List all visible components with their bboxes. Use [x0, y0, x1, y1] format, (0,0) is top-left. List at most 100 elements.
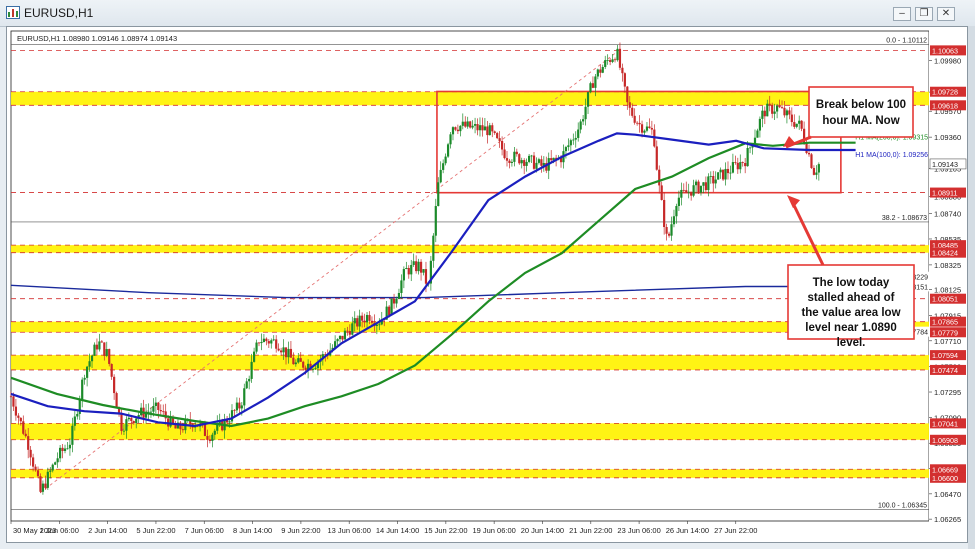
- close-button[interactable]: ✕: [937, 7, 955, 21]
- candle-body: [287, 348, 290, 358]
- candle-body: [270, 340, 273, 344]
- candle-body: [613, 59, 617, 61]
- candle-body: [59, 447, 62, 459]
- candle-body: [793, 122, 796, 127]
- candle-body: [798, 120, 801, 124]
- minimize-button[interactable]: –: [893, 7, 911, 21]
- candle-body: [252, 351, 256, 362]
- candle-body: [783, 107, 786, 116]
- candle-body: [125, 419, 128, 431]
- candle-body: [378, 324, 381, 326]
- candle-body: [640, 124, 644, 133]
- chart-area[interactable]: 0.0 - 1.10112 38.2 - 1.08673 100.0 - 1.063…: [6, 26, 968, 543]
- candle-body: [159, 410, 162, 412]
- level-tag-label: 1.09618: [932, 101, 958, 110]
- candle-body: [532, 155, 536, 169]
- fib-label: 38.2 - 1.08673: [882, 215, 927, 222]
- candle-body: [643, 130, 646, 133]
- candle-body: [402, 269, 405, 281]
- candle-body: [550, 158, 553, 161]
- candle-body: [103, 342, 106, 356]
- candle-body: [238, 402, 241, 409]
- candle-body: [638, 122, 641, 125]
- candle-body: [233, 410, 236, 411]
- candle-body: [481, 125, 484, 131]
- candle-body: [690, 191, 693, 196]
- time-tick-label: 5 Jun 22:00: [136, 526, 175, 535]
- annotation-low-text: level near 1.0890: [805, 322, 896, 334]
- candle-body: [17, 415, 20, 418]
- candle-body: [682, 189, 685, 191]
- candle-body: [564, 147, 568, 152]
- restore-button[interactable]: ❐: [915, 7, 933, 21]
- vertical-scrollbar[interactable]: [968, 26, 975, 549]
- candle-body: [304, 367, 307, 371]
- candle-body: [361, 315, 364, 321]
- candle-body: [81, 379, 84, 400]
- terminal-window: EURUSD,H1 – ❐ ✕ 0.0 - 1.10112 38.2 - 1.08…: [0, 0, 975, 549]
- yellow-zone: [11, 245, 929, 253]
- candle-body: [687, 191, 690, 193]
- candle-body: [415, 261, 418, 272]
- candle-body: [601, 66, 604, 73]
- candle-body: [758, 118, 762, 131]
- candle-body: [469, 121, 472, 128]
- annotation-low-text: the value area low: [801, 307, 900, 319]
- candle-body: [24, 433, 27, 437]
- candle-body: [439, 169, 442, 183]
- time-tick-label: 13 Jun 06:00: [328, 526, 371, 535]
- candle-body: [68, 444, 72, 449]
- candle-body: [628, 102, 631, 108]
- candle-body: [599, 69, 602, 73]
- candle-body: [456, 129, 459, 132]
- price-tick-label: 1.09360: [934, 133, 961, 142]
- candle-body: [527, 155, 531, 162]
- candle-body: [473, 124, 477, 126]
- chart-window-title: EURUSD,H1: [24, 6, 94, 20]
- candle-body: [726, 168, 730, 174]
- candle-body: [626, 86, 629, 103]
- candle-body: [623, 73, 626, 87]
- candle-body: [289, 348, 293, 358]
- candle-body: [46, 471, 49, 488]
- candle-body: [248, 378, 251, 382]
- candle-body: [466, 121, 469, 127]
- candle-body: [451, 127, 455, 135]
- candle-body: [154, 402, 157, 406]
- candle-body: [365, 314, 369, 323]
- candle-body: [734, 162, 737, 163]
- candle-body: [609, 60, 612, 62]
- candle-body: [675, 206, 678, 217]
- candle-body: [596, 69, 599, 77]
- chart-window-titlebar[interactable]: EURUSD,H1 – ❐ ✕: [0, 0, 975, 27]
- candle-body: [66, 448, 69, 450]
- candle-body: [437, 182, 440, 207]
- candle-body: [113, 376, 116, 394]
- candle-body: [157, 402, 160, 411]
- annotation-break-text: hour MA. Now: [822, 115, 899, 127]
- price-tick-label: 1.07295: [934, 388, 961, 397]
- candle-body: [631, 107, 634, 116]
- time-tick-label: 2 Jun 14:00: [88, 526, 127, 535]
- candle-body: [717, 172, 720, 180]
- candle-body: [299, 358, 302, 362]
- candle-body: [697, 181, 700, 193]
- candle-body: [368, 314, 371, 321]
- fib-label: 100.0 - 1.06345: [878, 502, 927, 509]
- candle-body: [343, 330, 347, 340]
- candle-body: [768, 103, 771, 105]
- candle-body: [741, 162, 744, 164]
- price-chart[interactable]: 0.0 - 1.10112 38.2 - 1.08673 100.0 - 1.063…: [7, 27, 967, 542]
- candle-body: [311, 369, 315, 370]
- candle-body: [815, 172, 818, 175]
- candle-body: [491, 125, 494, 132]
- candle-body: [351, 323, 354, 335]
- candle-body: [648, 126, 651, 129]
- candle-body: [771, 104, 774, 114]
- candle-body: [405, 267, 408, 270]
- candle-body: [508, 160, 511, 163]
- candle-body: [518, 154, 521, 164]
- candle-body: [616, 48, 619, 61]
- candle-body: [535, 162, 538, 169]
- candle-body: [36, 470, 40, 477]
